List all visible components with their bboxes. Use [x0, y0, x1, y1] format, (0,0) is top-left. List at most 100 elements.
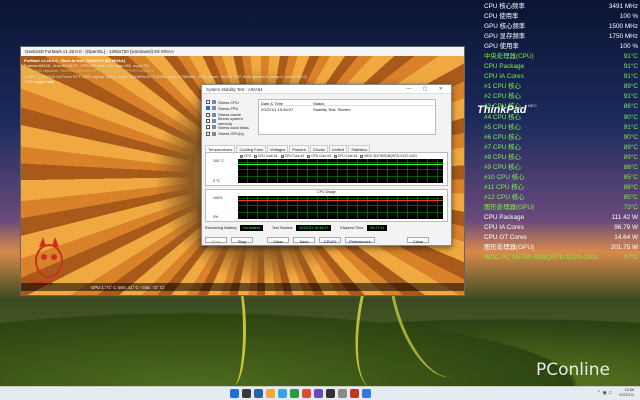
checkbox-label: Stress CPU — [218, 99, 239, 105]
save-button[interactable]: Save — [293, 237, 315, 244]
sensor-value: 100 % — [619, 43, 638, 51]
checkbox-icon — [206, 119, 210, 124]
start-button[interactable]: Start — [205, 237, 227, 244]
sensor-label: #3 CPU 核心 — [484, 103, 521, 111]
legend-item[interactable]: CPU — [240, 154, 251, 158]
sensor-label: CPU Package — [484, 63, 525, 71]
sensor-label: 图形处理器(GPU) — [484, 244, 535, 252]
sensor-value: 3491 MHz — [608, 3, 638, 10]
temperature-graph: CPU CPU Core #1 CPU Core #2 CPU Core #3 … — [205, 152, 448, 186]
sensor-label: CPU IA Cores — [484, 73, 524, 81]
sensor-row: #12 CPU 核心 85°C — [484, 193, 638, 203]
taskbar-app-icon[interactable] — [242, 389, 251, 398]
cache-icon — [212, 112, 216, 117]
taskbar-app-icon[interactable] — [326, 389, 335, 398]
legend-item[interactable]: CPU Core #1 — [253, 154, 278, 158]
stability-test-titlebar: System Stability Test - AIDA64 — ▢ ✕ — [202, 85, 451, 94]
sensor-row: CPU IA Cores 96.79 W — [484, 223, 638, 233]
sensor-value: 91°C — [623, 123, 638, 131]
sensor-row: WDC PC SN730 SDBQNTD-512G-1001 37°C — [484, 253, 638, 263]
column-header: Date & Time — [261, 101, 284, 106]
legend-item[interactable]: CPU Core #4 — [333, 154, 357, 158]
taskbar-app-icon[interactable] — [302, 389, 311, 398]
sensor-label: 图形处理器(GPU) — [484, 203, 535, 211]
taskbar-app-icon[interactable] — [362, 389, 371, 398]
stop-button[interactable]: Stop — [231, 237, 253, 244]
sensor-row: #4 CPU 核心 90°C — [484, 113, 638, 123]
sensor-value: 86°C — [623, 183, 638, 191]
table-cell: 2022/1/1 15:46:07 — [261, 107, 294, 112]
pconline-watermark: PConline — [536, 360, 610, 380]
checkbox-icon — [206, 131, 210, 136]
taskbar-app-icon[interactable] — [266, 389, 275, 398]
taskbar-app-icon[interactable] — [350, 389, 359, 398]
sensor-value: 85°C — [623, 193, 638, 201]
sensor-row: CPU Package 91°C — [484, 62, 638, 72]
sensor-row: #10 CPU 核心 85°C — [484, 173, 638, 183]
taskbar-app-icon[interactable] — [278, 389, 287, 398]
taskbar-app-icon[interactable] — [338, 389, 347, 398]
graph-legend: CPU CPU Core #1 CPU Core #2 CPU Core #3 … — [206, 153, 447, 158]
sensor-label: #1 CPU 核心 — [484, 83, 521, 91]
taskbar: ⌃ ◉ ♫ 15:56 2022/1/1 — [0, 386, 640, 400]
clock-date: 2022/1/1 — [619, 393, 634, 397]
sensor-label: GPU 核心频率 — [484, 23, 526, 31]
sensor-label: CPU 核心频率 — [484, 3, 525, 10]
battery-label: Remaining Battery: — [205, 226, 238, 230]
axis-label-top: 100% — [213, 196, 223, 200]
sensor-row: #2 CPU 核心 91°C — [484, 92, 638, 102]
legend-item[interactable]: CPU Core #3 — [307, 154, 331, 158]
window-controls[interactable]: — ▢ ✕ — [406, 86, 448, 92]
sensor-value: 86°C — [623, 103, 638, 111]
table-row[interactable]: 2022/1/1 15:46:07 Stability Test: Starte… — [259, 106, 435, 112]
table-cell: Stability Test: Started — [313, 107, 351, 112]
sensor-label: CPU IA Cores — [484, 224, 524, 232]
taskbar-app-icon[interactable] — [230, 389, 239, 398]
sensor-row: 图形处理器(GPU) 201.75 W — [484, 243, 638, 253]
taskbar-app-icon[interactable] — [290, 389, 299, 398]
sensor-value: 96.79 W — [614, 224, 638, 232]
cpuid-button[interactable]: CPUID — [319, 237, 341, 244]
furmark-logo-icon — [35, 237, 63, 278]
stability-test-window[interactable]: System Stability Test - AIDA64 — ▢ ✕ Str… — [201, 84, 452, 246]
elapsed-time-label: Elapsed Time: — [340, 226, 365, 230]
taskbar-clock[interactable]: 15:56 2022/1/1 — [619, 388, 634, 398]
test-started-value: 2022/1/1 15:46:07 — [296, 225, 332, 231]
axis-label-bottom: 0 °C — [213, 179, 221, 183]
sensor-row: 中央处理器(CPU) 91°C — [484, 52, 638, 62]
sensor-label: CPU 使用率 — [484, 13, 519, 21]
test-status-row: Remaining Battery: No battery Test Start… — [205, 225, 450, 231]
sensor-value: 111.42 W — [611, 213, 638, 221]
sensor-label: WDC PC SN730 SDBQNTD-512G-1001 — [484, 254, 599, 262]
taskbar-app-icon[interactable] — [314, 389, 323, 398]
sensor-row: CPU 使用率 100 % — [484, 12, 638, 22]
sensor-value: 90°C — [623, 133, 638, 141]
sensor-row: GPU 使用率 100 % — [484, 42, 638, 52]
checkbox-icon — [206, 112, 210, 117]
sensor-row: #7 CPU 核心 89°C — [484, 143, 638, 153]
sensor-row: GPU 核心频率 1500 MHz — [484, 22, 638, 32]
sensor-label: CPU GT Cores — [484, 234, 527, 242]
sensor-value: 37°C — [623, 254, 638, 262]
system-tray-icons[interactable]: ⌃ ◉ ♫ — [597, 390, 612, 396]
cpu-usage-graph: CPU Usage 100% 0% — [205, 189, 448, 222]
status-table: Date & Time Status 2022/1/1 15:46:07 Sta… — [258, 99, 436, 135]
osd-line: > GPU 1 (NVIDIA GeForce RTX 3050 Laptop … — [24, 73, 307, 79]
close-button[interactable]: Close — [407, 237, 429, 244]
test-started-label: Test Started: — [271, 226, 294, 230]
furmark-gpu-temp-bar: GPU 1: 71° C (min: 41° C - max: 72° C) — [21, 283, 464, 291]
sensor-row: #8 CPU 核心 89°C — [484, 153, 638, 163]
taskbar-app-icon[interactable] — [254, 389, 263, 398]
clear-button[interactable]: Clear — [267, 237, 289, 244]
sensor-row: CPU Package 111.42 W — [484, 213, 638, 223]
legend-item[interactable]: CPU Core #2 — [280, 154, 304, 158]
legend-item[interactable]: WDC SN730SDBQNTD-512G-1001 — [360, 154, 417, 158]
sensor-label: #11 CPU 核心 — [484, 183, 525, 191]
sensor-row: #3 CPU 核心 86°C — [484, 102, 638, 112]
cpu-usage-plot — [238, 196, 443, 219]
preferences-button[interactable]: Preferences — [345, 237, 375, 244]
fpu-icon — [212, 106, 216, 111]
stress-gpu-checkbox[interactable]: Stress GPU(s) — [206, 130, 256, 136]
sensor-label: #12 CPU 核心 — [484, 193, 525, 201]
furmark-osd: FurMark v1.28.0.0 - Burn-in test, 1280x7… — [24, 58, 307, 84]
